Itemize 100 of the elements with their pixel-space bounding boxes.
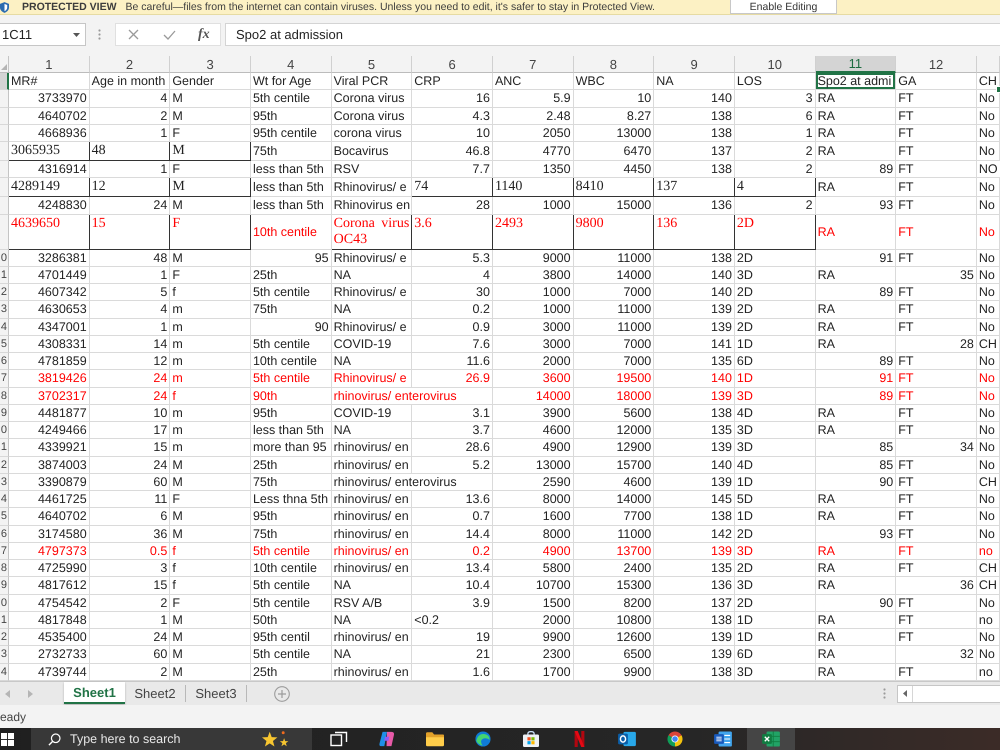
table-cell: 1D <box>734 629 816 646</box>
caret-left-icon[interactable] <box>903 690 907 697</box>
column-heading: ANC <box>492 73 574 90</box>
sheet-tab[interactable]: Sheet3 <box>186 685 247 702</box>
table-cell: No <box>976 422 1000 440</box>
row-header[interactable]: 2 <box>0 629 9 646</box>
table-cell: 7000 <box>574 284 654 302</box>
caret-icon[interactable] <box>73 32 80 36</box>
table-cell: 1600 <box>492 508 574 526</box>
row-header[interactable]: 5 <box>0 508 9 526</box>
column-header[interactable]: 12 <box>896 56 977 73</box>
enable-editing-button[interactable]: Enable Editing <box>730 0 837 14</box>
row-header[interactable]: 1 <box>0 612 9 629</box>
row-header[interactable]: 4 <box>0 318 9 336</box>
row-header[interactable]: 8 <box>0 560 9 578</box>
cancel-icon[interactable] <box>128 29 139 40</box>
row-header[interactable]: 6 <box>0 526 9 543</box>
table-cell: 4817848 <box>9 612 90 629</box>
table-cell: 4 <box>412 266 493 284</box>
table-cell: 8000 <box>492 526 574 543</box>
row-header[interactable]: 4 <box>0 491 9 508</box>
row-header[interactable]: 3 <box>0 474 9 491</box>
wave-icon[interactable] <box>474 731 492 747</box>
row-header[interactable]: 3 <box>0 301 9 318</box>
row-header[interactable]: 0 <box>0 250 9 267</box>
spreadsheet-icon[interactable] <box>762 731 780 747</box>
table-cell: 3D <box>734 422 816 440</box>
horizontal-scrollbar[interactable] <box>897 684 1000 702</box>
table-cell: FT <box>896 422 977 440</box>
column-header[interactable]: 3 <box>170 56 251 73</box>
table-cell: 89 <box>816 388 896 405</box>
table-cell: 140 <box>654 90 735 108</box>
table-cell: 85 <box>816 456 896 474</box>
table-cell: 3D <box>734 388 816 405</box>
table-cell: 18000 <box>574 388 654 405</box>
table-cell: Bocavirus <box>332 142 412 161</box>
row-header[interactable]: 3 <box>0 646 9 664</box>
row-header[interactable]: 7 <box>0 542 9 560</box>
column-heading: Wt for Age <box>250 73 332 90</box>
column-header[interactable]: 8 <box>574 56 654 73</box>
table-cell: No <box>976 594 1000 612</box>
column-header[interactable]: 1 <box>9 56 90 73</box>
document-icon[interactable] <box>714 731 732 747</box>
row-header[interactable]: 2 <box>0 456 9 474</box>
search-icon <box>48 732 61 746</box>
row-header[interactable]: 0 <box>0 422 9 440</box>
table-cell: FT <box>896 474 977 491</box>
column-header[interactable]: 6 <box>412 56 493 73</box>
loop-icon[interactable] <box>378 731 396 747</box>
table-cell: 4754542 <box>9 594 90 612</box>
insert-function-button[interactable]: fx <box>196 26 212 42</box>
row-header[interactable]: 9 <box>0 404 9 422</box>
drag-handle-icon[interactable] <box>98 29 101 40</box>
table-cell: RA <box>816 318 896 336</box>
row-header[interactable]: 1 <box>0 266 9 284</box>
row-header[interactable]: 7 <box>0 370 9 388</box>
column-header[interactable]: 2 <box>90 56 170 73</box>
task-view-icon[interactable] <box>330 731 348 747</box>
table-cell: 8.27 <box>574 108 654 125</box>
row-header[interactable]: 9 <box>0 577 9 594</box>
formula-field[interactable]: Spo2 at admission <box>225 23 1000 46</box>
row-header[interactable]: 6 <box>0 353 9 370</box>
row-header[interactable]: 8 <box>0 388 9 405</box>
row-header[interactable] <box>0 73 9 90</box>
table-cell: 0.2 <box>412 301 493 318</box>
row-header[interactable]: 1 <box>0 439 9 456</box>
column-heading: Spo2 at admi <box>816 73 896 90</box>
sheet-tab[interactable]: Sheet2 <box>125 685 186 702</box>
column-header[interactable]: 5 <box>332 56 412 73</box>
ribbon-logo-icon[interactable] <box>574 731 584 747</box>
table-cell: 4701449 <box>9 266 90 284</box>
check-icon[interactable] <box>163 30 176 40</box>
table-cell: 3702317 <box>9 388 90 405</box>
table-cell: 15000 <box>574 197 654 214</box>
column-header[interactable]: 10 <box>734 56 816 73</box>
row-header[interactable]: 2 <box>0 284 9 302</box>
table-cell: No <box>976 439 1000 456</box>
table-cell: Corona virus <box>332 90 412 108</box>
table-cell: 4 <box>90 90 170 108</box>
table-cell: 89 <box>816 353 896 370</box>
column-header[interactable]: 11 <box>816 56 896 73</box>
column-header[interactable]: 7 <box>492 56 574 73</box>
four-squares-icon[interactable] <box>1 732 14 746</box>
column-header[interactable]: 9 <box>654 56 735 73</box>
search-field[interactable]: Type here to search <box>31 728 312 750</box>
table-cell: more than 95 <box>250 439 332 456</box>
row-header[interactable]: 4 <box>0 664 9 681</box>
name-box[interactable]: 1C11 <box>0 23 86 46</box>
table-cell: 19500 <box>574 370 654 388</box>
drag-handle-icon[interactable] <box>883 688 886 699</box>
row-header[interactable]: 5 <box>0 336 9 353</box>
row-header[interactable]: 0 <box>0 594 9 612</box>
column-header[interactable]: 4 <box>250 56 332 73</box>
shopping-bag-icon[interactable] <box>522 731 540 747</box>
segmented-circle-icon[interactable] <box>666 731 684 747</box>
ring-tile-icon[interactable] <box>618 731 636 747</box>
table-cell: 8410 <box>574 178 654 198</box>
folder-icon[interactable] <box>426 731 444 747</box>
table-cell: M <box>170 646 251 664</box>
sheet-tab[interactable]: Sheet1 <box>64 682 125 704</box>
